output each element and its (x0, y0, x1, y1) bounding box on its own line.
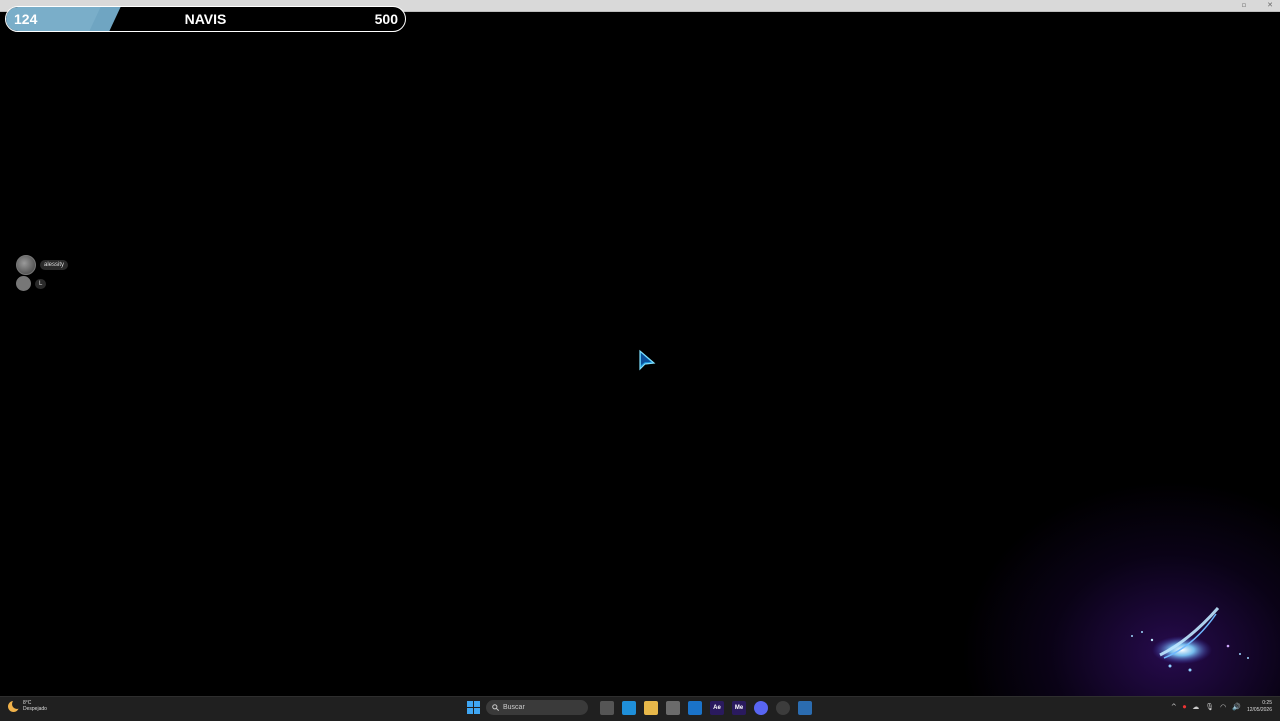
taskbar: 8°C Despejado Buscar Ae Me ^ ⏺ ☁ 🎙 ◠ 🔊 0:… (0, 696, 1280, 721)
chevron-up-icon[interactable]: ^ (1171, 703, 1177, 711)
task-view-icon[interactable] (600, 700, 614, 715)
cursor-arrow-icon (639, 349, 656, 371)
clock-date: 12/05/2026 (1246, 707, 1272, 713)
after-effects-icon[interactable]: Ae (710, 700, 724, 715)
player-entry[interactable]: L (16, 276, 47, 291)
player-entry[interactable]: alessity (16, 255, 69, 275)
file-explorer-icon[interactable] (644, 700, 658, 715)
sparkle-effect-icon (1131, 607, 1249, 672)
weather-widget[interactable]: 8°C Despejado (8, 698, 47, 712)
system-tray: ^ ⏺ ☁ 🎙 ◠ 🔊 0:25 12/05/2026 (1171, 700, 1280, 714)
search-placeholder: Buscar (503, 704, 525, 711)
edge-icon[interactable] (622, 700, 636, 715)
clock-time: 0:25 (1262, 700, 1272, 706)
outlook-icon[interactable] (688, 700, 702, 715)
moon-icon (8, 698, 22, 712)
taskbar-search[interactable]: Buscar (486, 700, 588, 715)
wifi-icon[interactable]: ◠ (1220, 703, 1226, 711)
cloud-icon[interactable]: ☁ (1192, 703, 1199, 711)
search-icon (492, 704, 499, 711)
clock[interactable]: 0:25 12/05/2026 (1247, 700, 1272, 714)
media-encoder-icon[interactable]: Me (732, 700, 746, 715)
xp-bar-title: NAVIS (184, 11, 227, 27)
discord-icon[interactable] (754, 700, 768, 715)
avatar-icon (16, 276, 31, 291)
chrome-icon[interactable] (776, 700, 790, 715)
xp-max-value: 500 (374, 11, 398, 27)
record-icon[interactable]: ⏺ (1183, 703, 1187, 712)
close-button[interactable]: ✕ (1266, 1, 1274, 9)
xp-progress-bar: 124 NAVIS 500 (5, 6, 406, 32)
taskbar-apps: Buscar Ae Me (466, 700, 812, 715)
player-name: L (35, 278, 47, 289)
volume-icon[interactable]: 🔊 (1232, 703, 1241, 711)
player-name: alessity (40, 260, 69, 270)
windows-logo-icon (466, 701, 480, 714)
store-icon[interactable] (666, 700, 680, 715)
microphone-icon[interactable]: 🎙 (1205, 703, 1214, 711)
restore-button[interactable]: ▫ (1240, 1, 1248, 9)
avatar-icon (16, 255, 36, 275)
weather-condition: Despejado (23, 706, 47, 712)
pen-app-icon[interactable] (798, 700, 812, 715)
start-button[interactable] (466, 701, 480, 715)
